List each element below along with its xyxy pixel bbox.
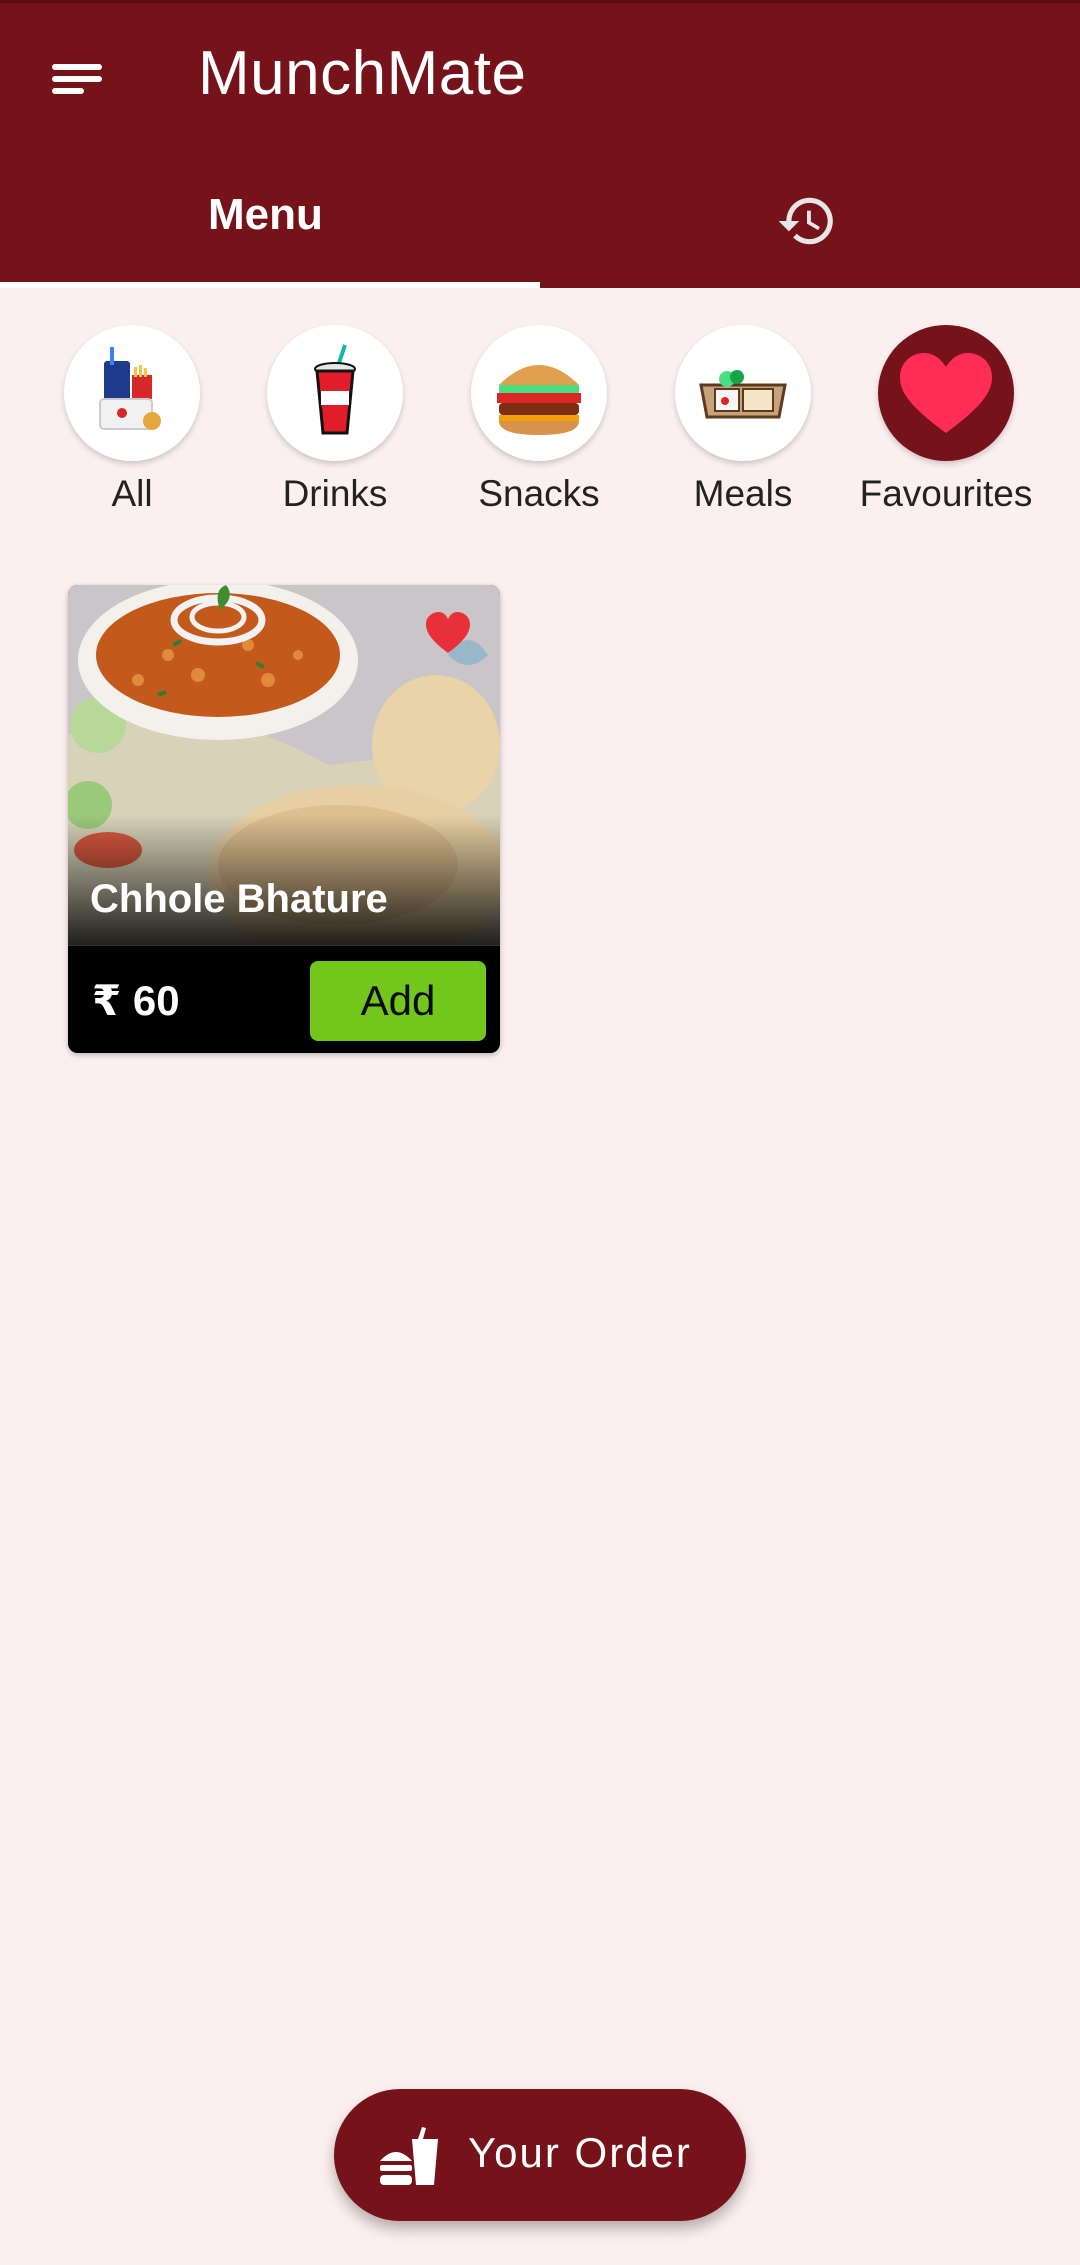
combo-meal-icon bbox=[99, 347, 161, 430]
menu-icon-line bbox=[52, 88, 84, 94]
category-favourites[interactable]: Favourites bbox=[856, 325, 1036, 525]
tab-history[interactable] bbox=[540, 170, 1080, 288]
category-label: Snacks bbox=[478, 473, 600, 514]
item-price: ₹ 60 bbox=[92, 977, 180, 1024]
add-button[interactable]: Add bbox=[310, 961, 486, 1041]
your-order-label: Your Order bbox=[468, 2129, 692, 2176]
category-label: Drinks bbox=[282, 473, 388, 514]
category-all[interactable]: All bbox=[42, 325, 222, 525]
menu-icon-line bbox=[52, 76, 102, 82]
tab-menu[interactable]: Menu bbox=[0, 170, 540, 288]
category-label: Meals bbox=[693, 473, 793, 514]
favourite-heart-icon[interactable] bbox=[424, 611, 472, 655]
status-divider bbox=[0, 0, 1080, 3]
heart-icon bbox=[900, 353, 992, 433]
category-meals-circle bbox=[675, 325, 811, 461]
history-icon bbox=[778, 197, 833, 245]
category-snacks-circle bbox=[471, 325, 607, 461]
menu-button[interactable] bbox=[40, 50, 116, 106]
meal-tray-icon bbox=[699, 370, 787, 419]
menu-icon-line bbox=[52, 64, 102, 70]
burger-icon bbox=[497, 365, 581, 435]
app-bar: MunchMate Menu bbox=[0, 0, 1080, 288]
category-label: All bbox=[111, 473, 153, 514]
category-drinks-circle bbox=[267, 325, 403, 461]
category-meals[interactable]: Meals bbox=[653, 325, 833, 525]
menu-item-card[interactable]: Chhole Bhature ₹ 60 Add bbox=[68, 585, 500, 1053]
tab-menu-label: Menu bbox=[208, 190, 323, 239]
card-footer: ₹ 60 Add bbox=[68, 945, 500, 1053]
food-order-icon bbox=[380, 2127, 438, 2185]
category-drinks[interactable]: Drinks bbox=[245, 325, 425, 525]
category-snacks[interactable]: Snacks bbox=[449, 325, 629, 525]
category-all-circle bbox=[64, 325, 200, 461]
category-favourites-circle bbox=[878, 325, 1014, 461]
item-name: Chhole Bhature bbox=[90, 877, 388, 921]
app-title: MunchMate bbox=[198, 39, 527, 108]
tab-indicator bbox=[0, 282, 540, 288]
soda-cup-icon bbox=[314, 344, 356, 435]
category-label: Favourites bbox=[859, 473, 1033, 514]
your-order-button[interactable]: Your Order bbox=[334, 2089, 746, 2221]
